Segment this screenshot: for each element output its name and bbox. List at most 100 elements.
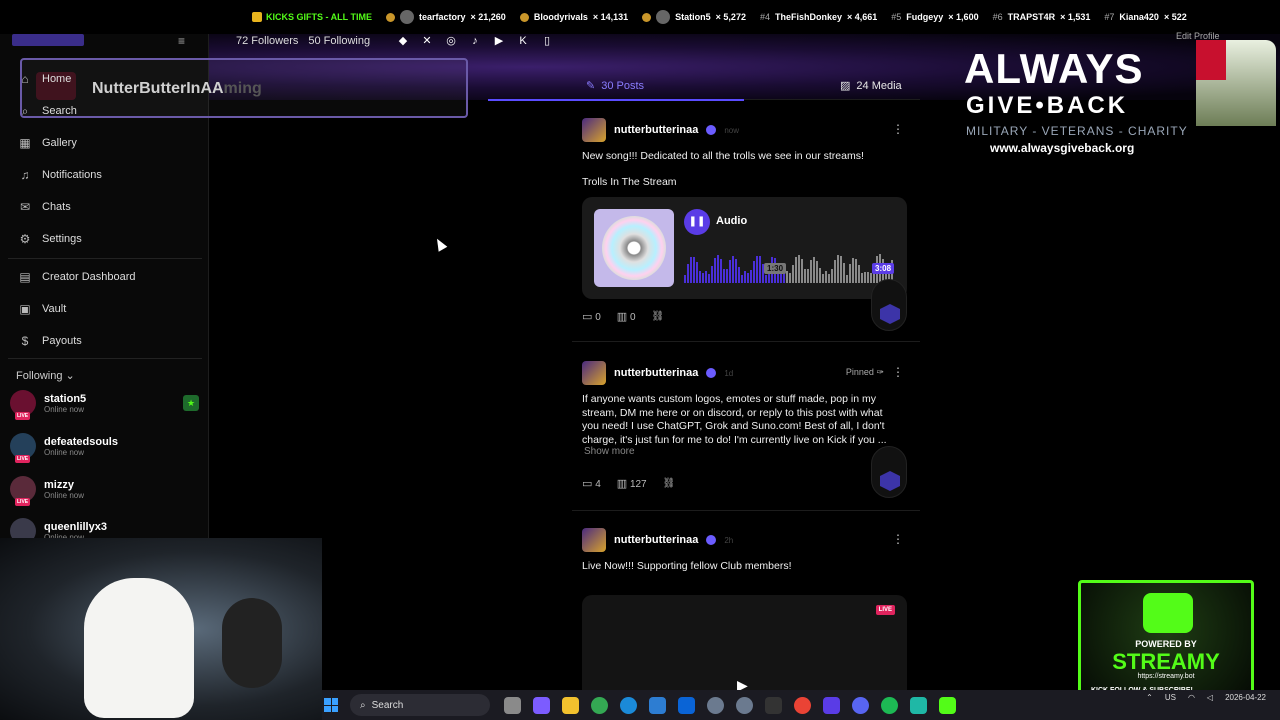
waveform-bar — [705, 271, 707, 283]
audio-waveform[interactable] — [684, 241, 894, 283]
waveform-bar — [867, 272, 869, 283]
following-item[interactable]: LIVE mizzy Online now — [10, 476, 84, 506]
chrome-icon[interactable] — [794, 696, 811, 714]
waveform-bar — [702, 273, 704, 283]
volume-icon[interactable]: ◁ — [1207, 693, 1213, 702]
following-item[interactable]: LIVE defeatedsouls Online now — [10, 433, 118, 463]
avatar[interactable] — [582, 528, 606, 552]
youtube-icon[interactable]: ▶ — [492, 34, 506, 47]
show-more-link[interactable]: Show more — [584, 446, 635, 457]
views-stat: ▥ 0 — [616, 311, 636, 323]
post-author[interactable]: nutterbutterinaa — [614, 124, 698, 136]
language-indicator[interactable]: US — [1165, 693, 1176, 702]
app-icon[interactable] — [736, 696, 753, 714]
waveform-bar — [765, 275, 767, 283]
sidebar-item-gallery[interactable]: ▦ Gallery — [18, 136, 77, 150]
divider — [8, 358, 202, 359]
scroll-badge[interactable] — [871, 446, 907, 498]
file-explorer-icon[interactable] — [504, 696, 521, 714]
app-icon[interactable] — [910, 696, 927, 714]
edge-icon[interactable] — [620, 696, 637, 714]
bar-chart-icon: ▥ — [616, 478, 628, 490]
more-options-icon[interactable]: ⋮ — [892, 365, 904, 379]
medal-icon — [386, 12, 395, 22]
obs-icon[interactable] — [765, 696, 782, 714]
sidebar-item-chats[interactable]: ✉ Chats — [18, 200, 71, 214]
sidebar-item-vault[interactable]: ▣ Vault — [18, 302, 66, 316]
copilot-icon[interactable] — [533, 696, 550, 714]
followers-count[interactable]: 72 Followers — [236, 35, 298, 47]
outlook-icon[interactable] — [678, 696, 695, 714]
app-icon[interactable] — [939, 696, 956, 714]
pause-button[interactable]: ❚❚ — [684, 209, 710, 235]
more-options-icon[interactable]: ⋮ — [892, 532, 904, 546]
image-icon: ▨ — [840, 80, 851, 92]
ticker-headline: KICKS GIFTS - ALL TIME — [252, 12, 372, 22]
kick-icon[interactable]: K — [516, 35, 530, 47]
waveform-bar — [738, 267, 740, 283]
live-badge: LIVE — [15, 412, 31, 420]
instagram-icon[interactable]: ◎ — [444, 34, 458, 47]
x-icon[interactable]: ✕ — [420, 34, 434, 47]
chrome-icon[interactable] — [591, 696, 608, 714]
following-count[interactable]: 50 Following — [308, 35, 370, 47]
menu-icon[interactable]: ≡ — [178, 34, 185, 48]
video-embed[interactable]: LIVE ▶ — [582, 595, 907, 705]
following-item[interactable]: LIVE station5 Online now — [10, 390, 86, 420]
divider — [8, 258, 202, 259]
gallery-icon: ▦ — [19, 136, 31, 150]
live-badge: LIVE — [875, 605, 895, 615]
flag-icon — [1196, 40, 1226, 80]
comment-icon: ▭ — [582, 311, 593, 323]
tiktok-icon[interactable]: ♪ — [468, 35, 482, 47]
store-icon[interactable] — [649, 696, 666, 714]
avatar: LIVE — [10, 390, 36, 420]
post-text: New song!!! Dedicated to all the trolls … — [582, 150, 864, 162]
share-link-icon[interactable]: ⛓ — [652, 311, 665, 322]
sidebar-item-notifications[interactable]: ♫ Notifications — [18, 168, 102, 182]
taskbar-search[interactable]: ⌕ Search — [350, 694, 490, 716]
discord-icon[interactable] — [852, 696, 869, 714]
scroll-badge[interactable] — [871, 279, 907, 331]
comment-icon: ▭ — [582, 478, 593, 490]
windows-start-icon[interactable] — [324, 698, 338, 712]
twitch-icon[interactable]: ▯ — [540, 34, 554, 47]
folder-icon[interactable] — [562, 696, 579, 714]
snapchat-icon[interactable]: ◆ — [396, 34, 410, 47]
taskbar-apps — [504, 696, 956, 714]
waveform-bar — [723, 269, 725, 283]
sidebar-item-payouts[interactable]: $ Payouts — [18, 334, 82, 348]
waveform-bar — [843, 263, 845, 283]
avatar[interactable] — [582, 118, 606, 142]
star-icon[interactable]: ★ — [183, 395, 199, 411]
clock[interactable]: 2026-04-22 — [1225, 692, 1266, 703]
medal-icon — [519, 12, 529, 22]
verified-icon — [706, 535, 717, 545]
chat-icon: ✉ — [19, 200, 31, 214]
following-header[interactable]: Following ⌄ — [16, 369, 75, 382]
comment-button[interactable]: ▭ 4 — [582, 477, 601, 490]
waveform-bar — [831, 269, 833, 283]
sidebar-item-creator-dashboard[interactable]: ▤ Creator Dashboard — [18, 270, 135, 284]
more-options-icon[interactable]: ⋮ — [892, 122, 904, 136]
wifi-icon[interactable]: ◠ — [1188, 693, 1195, 702]
avatar[interactable] — [582, 361, 606, 385]
share-link-icon[interactable]: ⛓ — [663, 478, 676, 489]
club-logo[interactable] — [12, 34, 84, 46]
stream-name-overlay: NutterButterInAAming — [20, 58, 468, 118]
spotify-icon[interactable] — [881, 696, 898, 714]
sidebar-item-settings[interactable]: ⚙ Settings — [18, 232, 82, 246]
app-icon[interactable] — [823, 696, 840, 714]
tab-media[interactable]: ▨ 24 Media — [840, 79, 902, 93]
chevron-up-icon[interactable]: ⌃ — [1146, 693, 1153, 702]
steam-icon[interactable] — [707, 696, 724, 714]
post-author[interactable]: nutterbutterinaa — [614, 367, 698, 379]
post-time: now — [724, 125, 740, 135]
pencil-icon: ✎ — [586, 80, 596, 92]
tab-posts[interactable]: ✎ 30 Posts — [586, 79, 644, 93]
waveform-bar — [753, 261, 755, 283]
comment-button[interactable]: ▭ 0 — [582, 310, 601, 323]
post-author[interactable]: nutterbutterinaa — [614, 534, 698, 546]
waveform-bar — [693, 257, 695, 283]
waveform-bar — [816, 261, 818, 283]
